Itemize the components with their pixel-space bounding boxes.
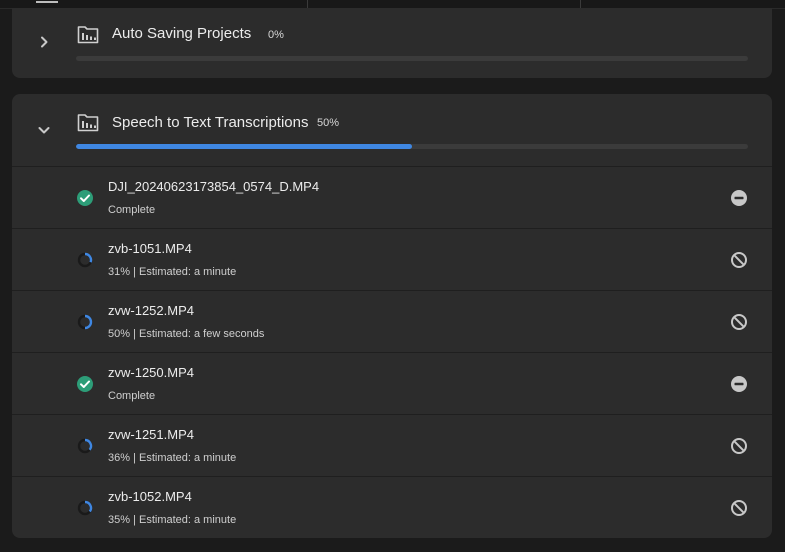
folder-chart-icon: [77, 24, 99, 44]
file-status-text: Complete: [108, 204, 156, 216]
file-name: zvw-1250.MP4: [108, 365, 194, 380]
cancel-icon: [731, 252, 747, 268]
check-circle-icon: [76, 375, 94, 393]
file-name: zvb-1051.MP4: [108, 241, 192, 256]
table-row: zvw-1251.MP4 36% | Estimated: a minute: [12, 414, 772, 476]
divider: [580, 0, 581, 8]
auto-saving-percent: 0%: [268, 29, 284, 41]
cancel-item-button[interactable]: [730, 251, 748, 269]
speech-to-text-panel: Speech to Text Transcriptions 50% DJI_20…: [12, 94, 772, 538]
progress-spinner-icon: [76, 313, 94, 331]
table-row: zvw-1250.MP4 Complete: [12, 352, 772, 414]
progress-spinner-icon: [76, 499, 94, 517]
file-status-text: Complete: [108, 390, 156, 402]
table-row: zvb-1051.MP4 31% | Estimated: a minute: [12, 228, 772, 290]
file-status-text: 50% | Estimated: a few seconds: [108, 328, 265, 340]
progress-spinner-icon: [76, 437, 94, 455]
table-row: DJI_20240623173854_0574_D.MP4 Complete: [12, 166, 772, 228]
speech-to-text-percent: 50%: [317, 117, 340, 129]
file-status-text: 35% | Estimated: a minute: [108, 514, 237, 526]
cancel-icon: [731, 314, 747, 330]
cancel-item-button[interactable]: [730, 313, 748, 331]
cancel-item-button[interactable]: [730, 499, 748, 517]
speech-to-text-progress-bar: [76, 144, 748, 149]
speech-to-text-progress-fill: [76, 144, 412, 149]
file-name: zvb-1052.MP4: [108, 489, 192, 504]
remove-item-button[interactable]: [730, 189, 748, 207]
auto-saving-panel: Auto Saving Projects 0%: [12, 8, 772, 78]
minus-circle-icon: [731, 190, 747, 206]
file-status-text: 36% | Estimated: a minute: [108, 452, 237, 464]
folder-chart-icon: [77, 112, 99, 132]
chevron-down-icon[interactable]: [36, 122, 52, 138]
table-row: zvw-1252.MP4 50% | Estimated: a few secon…: [12, 290, 772, 352]
progress-spinner-icon: [76, 251, 94, 269]
remove-item-button[interactable]: [730, 375, 748, 393]
chevron-right-icon[interactable]: [36, 34, 52, 50]
cancel-item-button[interactable]: [730, 437, 748, 455]
tab-indicator: [36, 1, 58, 3]
progress-dashboard: Auto Saving Projects 0% Speech to Text T…: [0, 0, 785, 552]
check-circle-icon: [76, 189, 94, 207]
file-status-text: 31% | Estimated: a minute: [108, 266, 237, 278]
file-name: zvw-1252.MP4: [108, 303, 194, 318]
minus-circle-icon: [731, 376, 747, 392]
file-name: DJI_20240623173854_0574_D.MP4: [108, 179, 320, 194]
cancel-icon: [731, 438, 747, 454]
file-name: zvw-1251.MP4: [108, 427, 194, 442]
auto-saving-title: Auto Saving Projects: [112, 25, 252, 42]
auto-saving-progress-bar: [76, 56, 748, 61]
speech-to-text-title: Speech to Text Transcriptions: [112, 114, 309, 131]
divider: [307, 0, 308, 8]
table-row: zvb-1052.MP4 35% | Estimated: a minute: [12, 476, 772, 538]
cancel-icon: [731, 500, 747, 516]
